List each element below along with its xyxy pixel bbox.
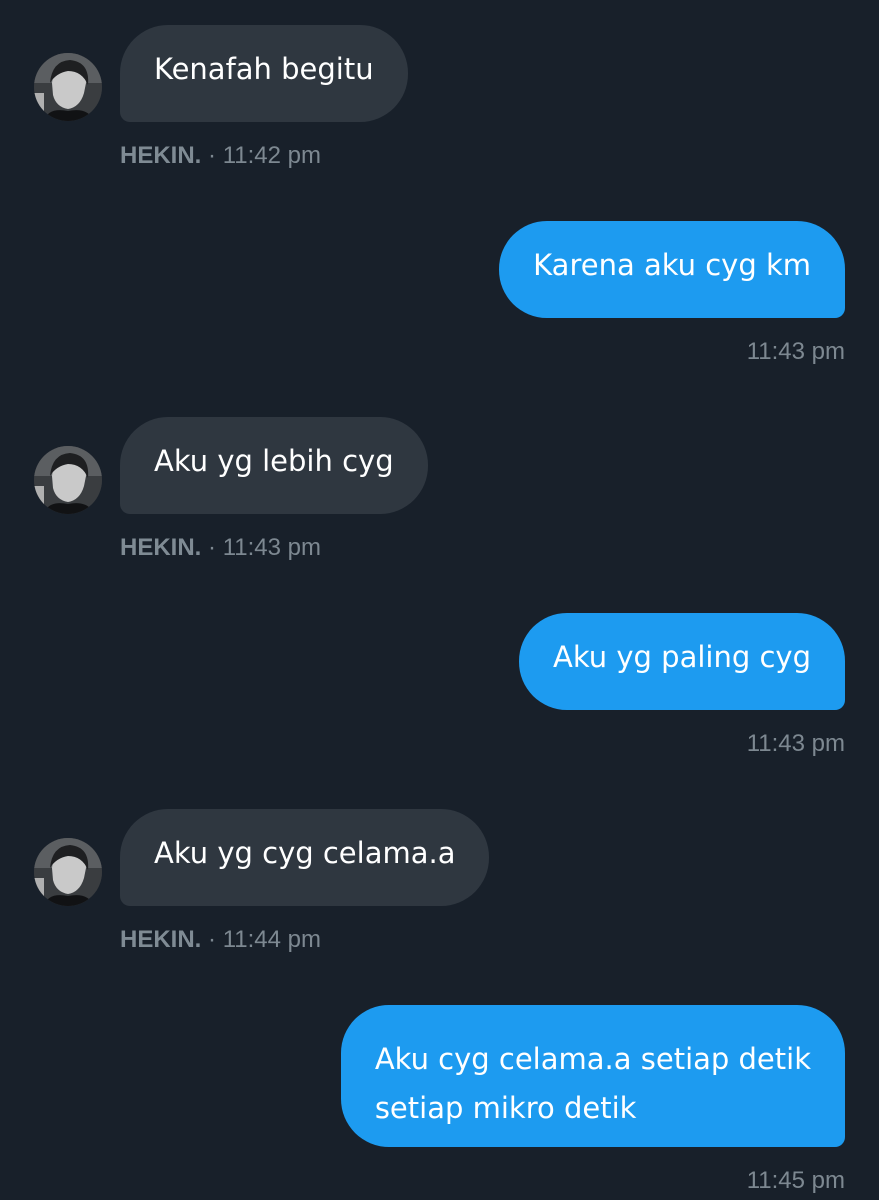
meta-separator: · [208,534,217,561]
sender-avatar[interactable] [34,446,102,514]
message-meta: HEKIN. · 11:44 pm [120,926,321,954]
user-avatar-icon [34,53,102,121]
message-time: 11:43 pm [746,338,845,365]
message-text: Aku yg lebih cyg [154,444,394,478]
message-time: 11:42 pm [222,142,321,169]
message-time: 11:43 pm [222,534,321,561]
user-avatar-icon [34,838,102,906]
meta-separator: · [208,926,217,953]
incoming-message-bubble[interactable]: Aku yg cyg celama.a [120,809,490,906]
outgoing-message-bubble[interactable]: Karena aku cyg km [499,221,845,318]
message-text-line: setiap mikro detik [374,1091,637,1126]
sender-avatar[interactable] [34,838,102,906]
meta-separator: · [208,142,217,169]
message-time: 11:45 pm [746,1167,845,1194]
sender-name[interactable]: HEKIN. [120,926,201,953]
message-time: 11:43 pm [746,730,845,757]
message-text: Aku yg paling cyg [553,640,811,674]
message-text-line: Aku cyg celama.a setiap detik [374,1042,811,1076]
message-time: 11:44 pm [222,926,321,953]
outgoing-message-bubble[interactable]: Aku cyg celama.a setiap detik setiap mik… [340,1005,845,1147]
sender-name[interactable]: HEKIN. [120,534,201,561]
outgoing-message-bubble[interactable]: Aku yg paling cyg [519,613,845,710]
incoming-message-bubble[interactable]: Kenafah begitu [120,25,408,122]
message-text: Aku yg cyg celama.a [154,836,456,870]
message-meta: HEKIN. · 11:42 pm [120,142,321,170]
sender-avatar[interactable] [34,53,102,121]
message-text: Kenafah begitu [154,52,374,86]
message-meta: HEKIN. · 11:43 pm [120,534,321,562]
dm-thread: Kenafah begitu HEKIN. · 11:42 pm Karena … [0,0,879,1200]
user-avatar-icon [34,446,102,514]
message-text: Karena aku cyg km [533,248,811,282]
incoming-message-bubble[interactable]: Aku yg lebih cyg [120,417,428,514]
sender-name[interactable]: HEKIN. [120,142,201,169]
